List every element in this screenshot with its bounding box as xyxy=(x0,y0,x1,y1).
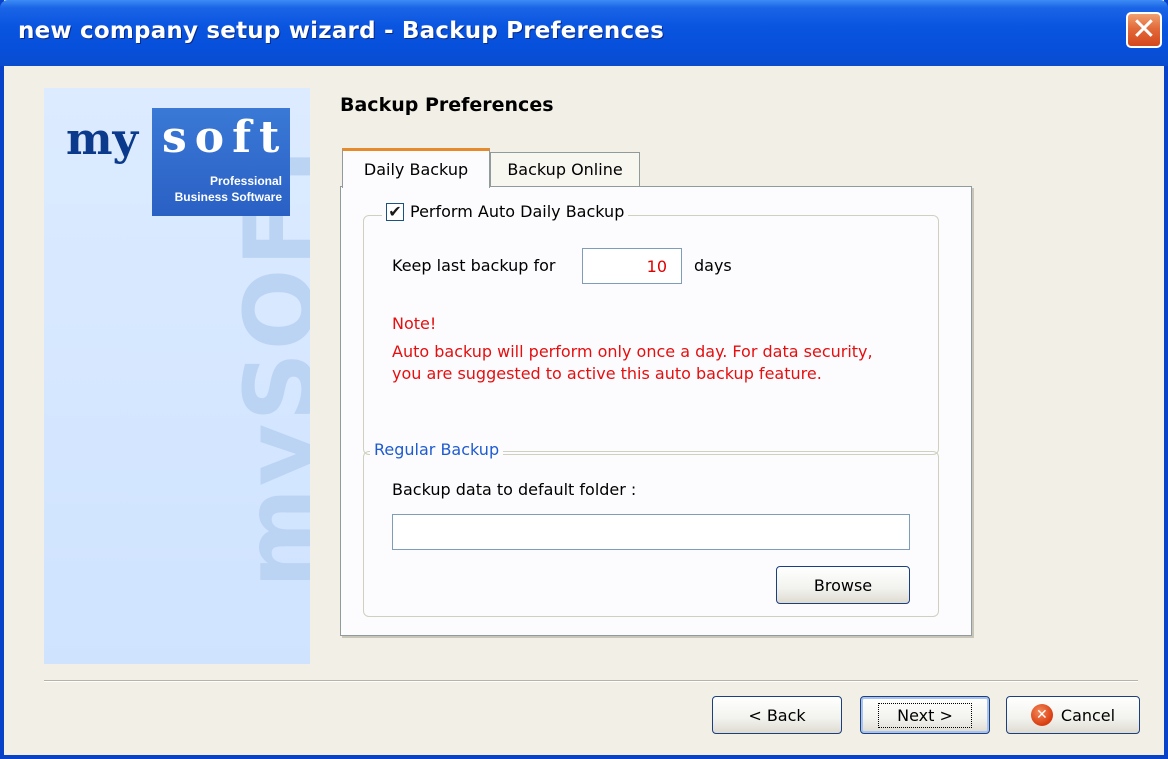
back-button[interactable]: < Back xyxy=(712,696,842,734)
default-folder-input[interactable] xyxy=(392,514,910,550)
footer-separator xyxy=(44,680,1138,682)
wizard-body: mySOFT my soft Professional Business Sof… xyxy=(4,66,1164,755)
side-banner: mySOFT my soft Professional Business Sof… xyxy=(44,88,310,664)
regular-backup-group: Regular Backup Backup data to default fo… xyxy=(363,440,939,617)
auto-backup-legend: ✔ Perform Auto Daily Backup xyxy=(382,201,629,221)
page-title: Backup Preferences xyxy=(340,94,554,116)
title-bar[interactable]: new company setup wizard - Backup Prefer… xyxy=(0,0,1168,66)
note-line-1: Auto backup will perform only once a day… xyxy=(392,342,873,361)
checkmark-icon: ✔ xyxy=(388,201,402,221)
note-line-2: you are suggested to active this auto ba… xyxy=(392,364,822,383)
cancel-button-label: Cancel xyxy=(1060,705,1116,725)
logo-box: soft Professional Business Software xyxy=(152,108,290,216)
keep-days-input[interactable] xyxy=(582,248,682,284)
regular-backup-legend: Regular Backup xyxy=(370,440,504,459)
auto-backup-group: ✔ Perform Auto Daily Backup Keep last ba… xyxy=(363,202,939,455)
window-title: new company setup wizard - Backup Prefer… xyxy=(18,18,664,44)
wizard-window: new company setup wizard - Backup Prefer… xyxy=(0,0,1168,759)
default-folder-label: Backup data to default folder : xyxy=(392,480,637,499)
keep-backup-label: Keep last backup for xyxy=(392,256,556,275)
close-icon: ✕ xyxy=(1131,12,1157,47)
cancel-button[interactable]: ✕ Cancel xyxy=(1006,696,1140,734)
days-unit-label: days xyxy=(694,256,732,275)
logo-my-text: my xyxy=(66,114,139,165)
note-title: Note! xyxy=(392,314,437,333)
next-button-label: Next > xyxy=(878,702,972,728)
close-button[interactable]: ✕ xyxy=(1126,12,1162,48)
auto-backup-checkbox[interactable]: ✔ xyxy=(386,201,404,221)
tab-daily-backup[interactable]: Daily Backup xyxy=(342,148,490,188)
tab-backup-online[interactable]: Backup Online xyxy=(490,152,640,186)
next-button[interactable]: Next > xyxy=(860,696,990,734)
cancel-icon: ✕ xyxy=(1030,704,1053,726)
auto-backup-checkbox-label[interactable]: Perform Auto Daily Backup xyxy=(410,202,624,221)
daily-backup-panel: ✔ Perform Auto Daily Backup Keep last ba… xyxy=(340,186,972,636)
logo-soft-text: soft xyxy=(162,112,288,163)
logo-tagline-1: Professional xyxy=(209,174,282,188)
browse-button[interactable]: Browse xyxy=(776,566,910,604)
logo-tagline-2: Business Software xyxy=(174,190,282,204)
